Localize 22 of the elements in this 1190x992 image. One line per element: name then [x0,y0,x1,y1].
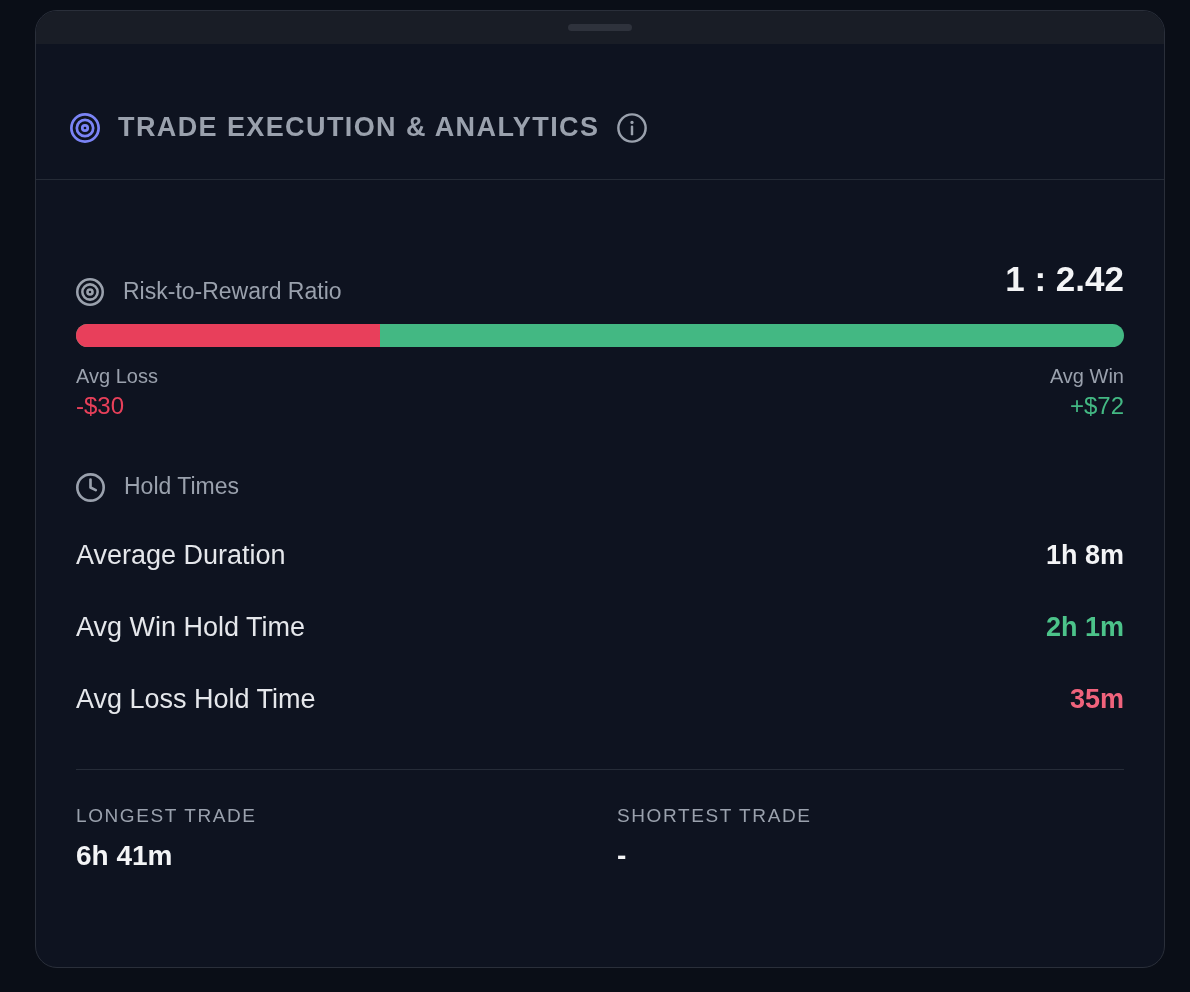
section-label: Hold Times [124,473,240,501]
target-icon [70,113,100,143]
stat-value: 6h 41m [76,838,174,873]
section-label: Risk-to-Reward Ratio [123,278,342,306]
stat-label: Avg Win Hold Time [76,612,306,644]
stat-label: SHORTEST TRADE [617,805,813,828]
legend-value: -$30 [76,392,125,420]
target-icon [76,278,104,306]
stat-value: 1h 8m [1045,540,1124,572]
legend-label: Avg Win [1049,365,1124,388]
ratio-value: 1 : 2.42 [1005,261,1124,296]
legend-value: +$72 [1069,392,1124,420]
stat-value: - [617,838,628,873]
info-icon[interactable] [617,113,648,143]
stat-label: LONGEST TRADE [76,805,258,828]
stat-label: Avg Loss Hold Time [76,684,316,716]
clock-icon [76,472,105,502]
stat-value: 35m [1069,684,1124,716]
stat-label: Average Duration [76,540,286,572]
stat-value: 2h 1m [1045,612,1124,644]
legend-label: Avg Loss [76,365,158,388]
card-title: TRADE EXECUTION & ANALYTICS [118,113,600,143]
